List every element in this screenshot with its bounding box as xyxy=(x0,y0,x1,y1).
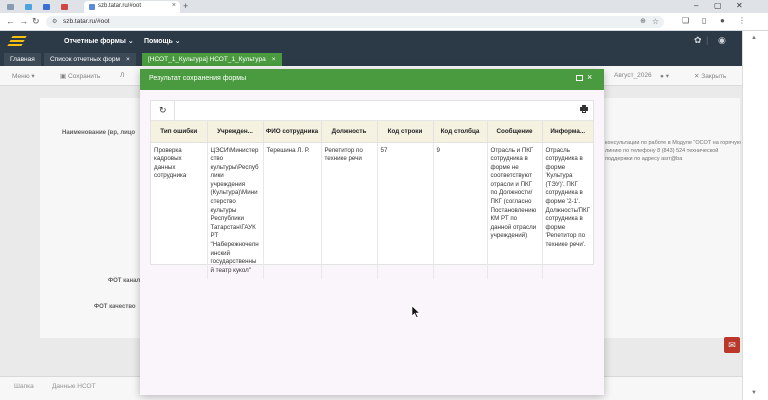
reload-icon[interactable]: ↻ xyxy=(32,16,40,27)
app-header: Отчетные формы ⌄ Помощь ⌄ ✿ | ◉ xyxy=(0,31,742,53)
table-header-row: Тип ошибки Учрежден... ФИО сотрудника До… xyxy=(151,121,593,143)
browser-tab-2[interactable] xyxy=(22,2,36,13)
tab-favicon xyxy=(43,4,50,10)
new-tab-icon[interactable]: + xyxy=(183,1,188,11)
column-header-position[interactable]: Должность xyxy=(321,121,378,143)
tab-favicon xyxy=(61,4,68,10)
close-icon[interactable]: × xyxy=(172,2,176,9)
dialog-title: Результат сохранения формы xyxy=(149,75,247,82)
column-header-error-type[interactable]: Тип ошибки xyxy=(151,121,208,143)
menu-reports[interactable]: Отчетные формы ⌄ xyxy=(64,37,134,45)
close-icon[interactable]: × xyxy=(587,72,592,82)
tab-favicon xyxy=(25,4,32,10)
browser-tabstrip: szb.tatar.ru/#oot × + – ▢ ✕ xyxy=(0,0,768,13)
browser-tab-active[interactable]: szb.tatar.ru/#oot × xyxy=(84,1,180,13)
save-result-dialog: Результат сохранения формы × ↻ Тип ошибк… xyxy=(140,69,604,395)
column-header-institution[interactable]: Учрежден... xyxy=(207,121,264,143)
dialog-header: Результат сохранения формы × xyxy=(140,69,604,90)
app-logo[interactable] xyxy=(6,35,28,49)
url-text: szb.tatar.ru/#oot xyxy=(63,18,110,25)
column-header-info[interactable]: Информа... xyxy=(542,121,593,143)
grid-toolbar: ↻ xyxy=(151,101,593,121)
profile-icon[interactable]: ● xyxy=(720,16,725,25)
browser-tab-4[interactable] xyxy=(58,2,72,13)
maximize-icon[interactable]: ▢ xyxy=(714,1,722,10)
tab-favicon xyxy=(7,4,14,10)
minimize-icon[interactable]: – xyxy=(694,1,698,10)
separator: | xyxy=(706,35,709,45)
browser-menu-icon[interactable]: ⋮ xyxy=(738,16,746,25)
cell-institution: ЦЭСИ\Министерство культуры\Республики уч… xyxy=(207,142,264,280)
close-icon[interactable]: × xyxy=(272,56,276,63)
scroll-up-icon[interactable]: ▲ xyxy=(751,35,757,41)
tab-report-list[interactable]: Список отчетных форм × xyxy=(44,53,136,66)
user-icon[interactable]: ◉ xyxy=(718,35,726,46)
scroll-down-icon[interactable]: ▼ xyxy=(751,390,757,396)
chevron-down-icon: ⌄ xyxy=(174,38,181,45)
dialog-body: ↻ Тип ошибки Учрежден... ФИО сотрудника … xyxy=(140,90,604,395)
back-icon[interactable]: ← xyxy=(6,16,15,26)
tab-nsot-form[interactable]: [НСОТ_1_Культура] НСОТ_1_Культура × xyxy=(142,53,282,66)
cell-error-type: Проверка кадровых данных сотрудника xyxy=(151,142,208,280)
site-info-icon[interactable]: ⚙ xyxy=(52,18,57,25)
menu-help[interactable]: Помощь ⌄ xyxy=(144,37,181,45)
column-header-row-code[interactable]: Код строки xyxy=(377,121,434,143)
extensions-icon[interactable]: ❏ xyxy=(682,16,689,25)
tab-favicon xyxy=(89,4,95,10)
close-icon[interactable]: × xyxy=(126,56,130,63)
tab-main[interactable]: Главная xyxy=(4,53,41,66)
cell-row-code: 57 xyxy=(377,142,434,280)
app-tab-row: Главная Список отчетных форм × [НСОТ_1_Ку… xyxy=(0,53,742,66)
refresh-icon[interactable]: ↻ xyxy=(159,105,167,116)
results-grid: ↻ Тип ошибки Учрежден... ФИО сотрудника … xyxy=(150,100,594,280)
cell-message: Отрасль и ПКГ сотрудника в форме не соот… xyxy=(487,142,543,280)
results-table: Тип ошибки Учрежден... ФИО сотрудника До… xyxy=(151,121,593,280)
cell-position: Репетитор по технике речи xyxy=(321,142,378,280)
cell-info: Отрасль сотрудника в форме 'Культура (ТЭ… xyxy=(545,146,590,249)
cell-col-code: 9 xyxy=(433,142,488,280)
star-icon[interactable]: ☆ xyxy=(652,17,659,26)
separator xyxy=(174,101,175,121)
forward-icon[interactable]: → xyxy=(19,16,28,26)
address-bar: ← → ↻ ⚙ szb.tatar.ru/#oot ⊕ ☆ ❏ ▯ ● ⋮ xyxy=(0,13,768,31)
column-header-col-code[interactable]: Код столбца xyxy=(433,121,488,143)
print-icon[interactable] xyxy=(580,105,588,113)
url-field[interactable]: ⚙ szb.tatar.ru/#oot ⊕ ☆ xyxy=(46,16,664,28)
zoom-icon[interactable]: ⊕ xyxy=(640,17,646,25)
window-close-icon[interactable]: ✕ xyxy=(736,1,743,10)
browser-tab-title: szb.tatar.ru/#oot xyxy=(98,3,142,9)
maximize-icon[interactable] xyxy=(576,75,583,81)
page-scrollbar[interactable]: ▲ ▼ xyxy=(742,31,768,400)
mouse-cursor-icon xyxy=(412,306,420,318)
column-header-employee[interactable]: ФИО сотрудника xyxy=(263,121,322,143)
sidepanel-icon[interactable]: ▯ xyxy=(702,16,706,25)
cell-employee: Терешина Л. Р. xyxy=(263,142,322,280)
table-row[interactable]: Проверка кадровых данных сотрудника ЦЭСИ… xyxy=(151,142,593,280)
palette-icon[interactable]: ✿ xyxy=(694,35,702,46)
browser-tab-1[interactable] xyxy=(4,2,18,13)
browser-tab-3[interactable] xyxy=(40,2,54,13)
column-header-message[interactable]: Сообщение xyxy=(487,121,543,143)
chevron-down-icon: ⌄ xyxy=(127,38,134,45)
